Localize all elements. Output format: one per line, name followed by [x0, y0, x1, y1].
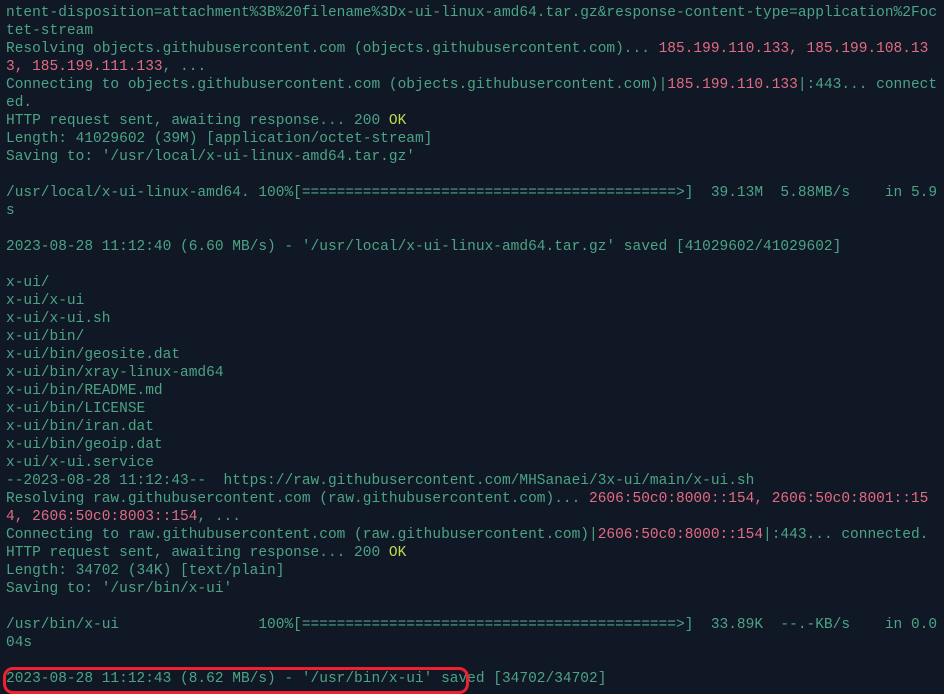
line-saving-1: Saving to: '/usr/local/x-ui-linux-amd64.…: [6, 149, 415, 165]
line-resolving-1: Resolving objects.githubusercontent.com …: [6, 41, 659, 57]
line-connecting-1: Connecting to objects.githubusercontent.…: [6, 77, 667, 93]
file-10: x-ui/x-ui.service: [6, 455, 154, 471]
ip-connect-1: 185.199.110.133: [667, 77, 798, 93]
terminal-output[interactable]: ntent-disposition=attachment%3B%20filena…: [0, 0, 944, 694]
file-5: x-ui/bin/xray-linux-amd64: [6, 365, 224, 381]
ok-2: OK: [389, 545, 406, 561]
ip-connect-2: 2606:50c0:8000::154: [598, 527, 763, 543]
file-1: x-ui/x-ui: [6, 293, 84, 309]
file-6: x-ui/bin/README.md: [6, 383, 163, 399]
file-9: x-ui/bin/geoip.dat: [6, 437, 163, 453]
file-0: x-ui/: [6, 275, 50, 291]
line-resolving-2-tail: , ...: [197, 509, 241, 525]
line-progress-2: /usr/bin/x-ui 100%[=====================…: [6, 617, 937, 651]
line-http-1: HTTP request sent, awaiting response... …: [6, 113, 389, 129]
line-http-2: HTTP request sent, awaiting response... …: [6, 545, 389, 561]
file-2: x-ui/x-ui.sh: [6, 311, 110, 327]
line-resolving-2: Resolving raw.githubusercontent.com (raw…: [6, 491, 589, 507]
ok-1: OK: [389, 113, 406, 129]
line-content-disposition: ntent-disposition=attachment%3B%20filena…: [6, 5, 937, 39]
line-length-1: Length: 41029602 (39M) [application/octe…: [6, 131, 432, 147]
file-8: x-ui/bin/iran.dat: [6, 419, 154, 435]
file-3: x-ui/bin/: [6, 329, 84, 345]
line-saving-2: Saving to: '/usr/bin/x-ui': [6, 581, 232, 597]
line-connecting-2: Connecting to raw.githubusercontent.com …: [6, 527, 598, 543]
file-4: x-ui/bin/geosite.dat: [6, 347, 180, 363]
line-wget-2: --2023-08-28 11:12:43-- https://raw.gith…: [6, 473, 754, 489]
line-length-2: Length: 34702 (34K) [text/plain]: [6, 563, 284, 579]
file-7: x-ui/bin/LICENSE: [6, 401, 145, 417]
line-progress-1: /usr/local/x-ui-linux-amd64. 100%[======…: [6, 185, 937, 219]
line-resolving-1-tail: , ...: [163, 59, 207, 75]
line-done-1: 2023-08-28 11:12:40 (6.60 MB/s) - '/usr/…: [6, 239, 841, 255]
line-connecting-2-tail: |:443... connected.: [763, 527, 928, 543]
line-done-2: 2023-08-28 11:12:43 (8.62 MB/s) - '/usr/…: [6, 671, 606, 687]
